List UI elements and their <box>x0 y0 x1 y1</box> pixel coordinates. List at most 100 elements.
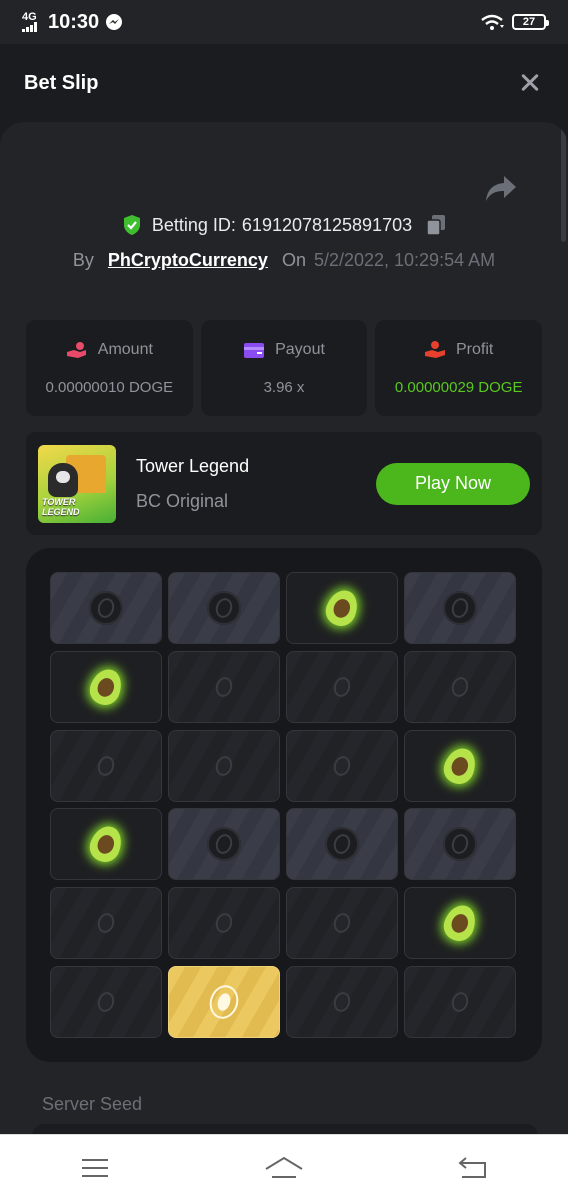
tile-grid <box>50 572 516 1038</box>
wifi-icon <box>481 14 504 30</box>
status-left: 4G 10:30 <box>22 11 123 34</box>
play-now-button[interactable]: Play Now <box>376 462 530 505</box>
wallet-icon <box>244 342 265 358</box>
stat-amount-label: Amount <box>97 340 153 358</box>
board-tile[interactable] <box>168 965 280 1038</box>
board-tile[interactable] <box>50 887 162 960</box>
seed-icon <box>89 985 123 1019</box>
board-tile[interactable] <box>404 650 516 723</box>
board-tile[interactable] <box>404 808 516 881</box>
stat-profit-head: Profit <box>424 340 494 359</box>
avocado-icon <box>439 743 481 788</box>
username-link[interactable]: PhCryptoCurrency <box>108 250 268 271</box>
seed-icon <box>207 749 241 783</box>
board-tile[interactable] <box>404 572 516 644</box>
close-icon[interactable] <box>516 69 544 97</box>
stat-amount: Amount 0.00000010 DOGE <box>26 320 193 416</box>
menu-button[interactable] <box>75 1153 115 1183</box>
home-button[interactable] <box>264 1153 304 1183</box>
home-icon <box>265 1156 303 1178</box>
system-navbar <box>0 1134 568 1200</box>
selected-seed-icon <box>205 981 243 1023</box>
shield-check-icon <box>123 215 140 235</box>
seed-icon <box>89 591 123 625</box>
profit-hand-icon <box>425 340 445 358</box>
avocado-icon <box>321 585 363 631</box>
avocado-icon <box>85 664 127 710</box>
stat-payout-head: Payout <box>243 341 325 359</box>
board-tile[interactable] <box>286 729 398 802</box>
board-tile[interactable] <box>286 965 398 1038</box>
stat-profit-value: 0.00000029 DOGE <box>394 378 523 396</box>
server-seed-field[interactable] <box>32 1124 538 1134</box>
avocado-icon <box>439 900 481 946</box>
messenger-icon <box>106 14 123 30</box>
stat-amount-head: Amount <box>66 341 153 359</box>
ape-graphic <box>48 462 78 497</box>
board-tile[interactable] <box>286 572 398 644</box>
status-right: 27 <box>480 13 549 31</box>
seed-icon <box>443 985 477 1019</box>
seed-icon <box>325 670 359 704</box>
on-label: On <box>281 250 306 270</box>
stat-payout-value: 3.96 x <box>263 378 305 396</box>
bet-slip-panel: Betting ID: 61912078125891703 By PhCrypt… <box>0 122 568 1134</box>
battery-level: 27 <box>522 16 536 28</box>
page-title: Bet Slip <box>24 71 99 94</box>
seed-icon <box>443 591 477 625</box>
board-tile[interactable] <box>50 650 162 723</box>
share-arrow-icon[interactable] <box>484 174 518 204</box>
board-tile[interactable] <box>50 729 162 802</box>
game-board <box>26 548 542 1062</box>
board-tile[interactable] <box>168 650 280 723</box>
battery-indicator: 27 <box>512 14 549 30</box>
seed-icon <box>207 906 241 940</box>
board-tile[interactable] <box>404 965 516 1038</box>
board-tile[interactable] <box>168 729 280 802</box>
thumbnail-logo-line-1: TOWER <box>42 496 76 507</box>
betting-id-value: 61912078125891703 <box>241 214 413 235</box>
game-card: TOWER LEGEND Tower Legend BC Original Pl… <box>26 432 542 535</box>
board-tile[interactable] <box>168 572 280 644</box>
game-name: Tower Legend <box>136 455 250 476</box>
network-type: 4G <box>22 11 37 23</box>
board-tile[interactable] <box>50 572 162 644</box>
bet-datetime: 5/2/2022, 10:29:54 AM <box>313 250 496 270</box>
seed-icon <box>207 591 241 625</box>
board-tile[interactable] <box>404 887 516 960</box>
network-indicator: 4G <box>22 12 38 32</box>
stat-payout-label: Payout <box>275 340 325 358</box>
server-seed-label: Server Seed <box>42 1094 143 1114</box>
seed-icon <box>443 827 477 862</box>
status-bar: 4G 10:30 27 <box>0 0 568 44</box>
board-tile[interactable] <box>286 808 398 881</box>
back-button[interactable] <box>453 1153 493 1183</box>
board-tile[interactable] <box>50 808 162 881</box>
status-time: 10:30 <box>48 10 100 33</box>
seed-icon <box>325 827 359 862</box>
board-tile[interactable] <box>286 650 398 723</box>
signal-icon <box>22 22 37 32</box>
seed-icon <box>325 906 359 940</box>
thumbnail-logo-line-2: LEGEND <box>42 506 80 517</box>
board-tile[interactable] <box>168 808 280 881</box>
stat-profit-label: Profit <box>456 340 494 358</box>
copy-icon[interactable] <box>426 214 446 236</box>
game-thumbnail[interactable]: TOWER LEGEND <box>38 444 116 523</box>
menu-icon <box>81 1158 108 1177</box>
seed-icon <box>207 827 241 862</box>
board-tile[interactable] <box>50 965 162 1038</box>
seed-icon <box>89 906 123 940</box>
board-tile[interactable] <box>286 887 398 960</box>
seed-icon <box>89 749 123 783</box>
board-tile[interactable] <box>168 887 280 960</box>
thumbnail-logo: TOWER LEGEND <box>42 497 80 517</box>
stat-payout: Payout 3.96 x <box>200 320 368 416</box>
betting-id-row: Betting ID: 61912078125891703 <box>0 214 568 236</box>
by-label: By <box>72 250 94 270</box>
seed-icon <box>325 749 359 783</box>
back-icon <box>458 1156 487 1178</box>
board-tile[interactable] <box>404 729 516 802</box>
seed-icon <box>443 670 477 704</box>
stat-profit: Profit 0.00000029 DOGE <box>375 320 543 416</box>
